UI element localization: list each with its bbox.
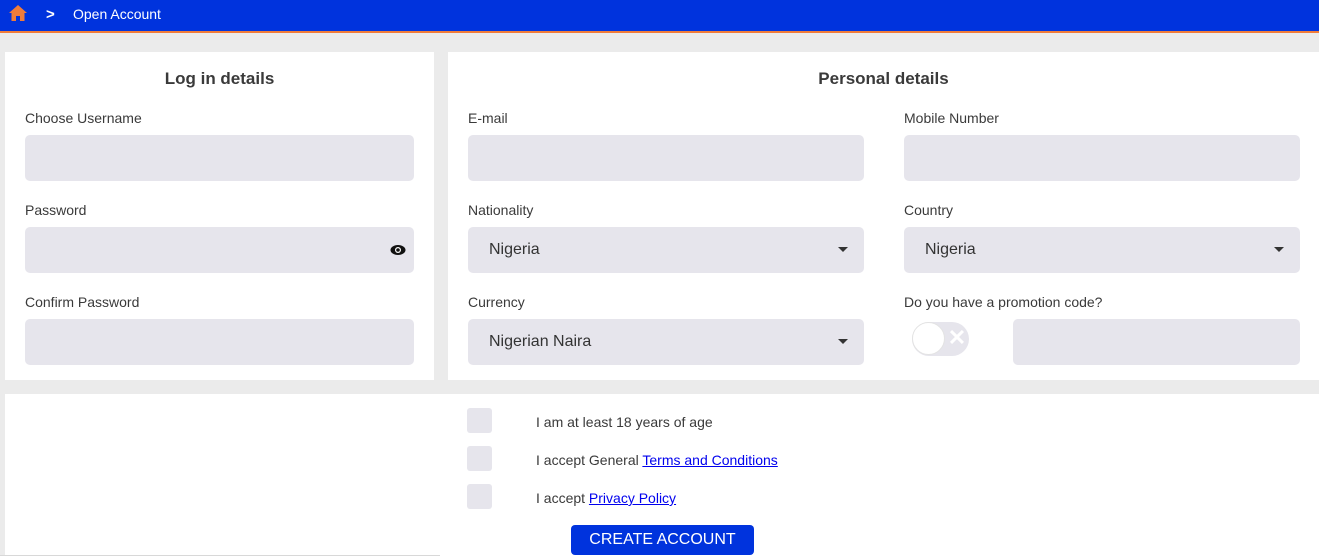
promotion-code-label: Do you have a promotion code? — [904, 294, 1103, 310]
login-details-panel: Log in details Choose Username Password … — [5, 52, 434, 380]
create-account-button[interactable]: CREATE ACCOUNT — [571, 525, 754, 555]
username-label: Choose Username — [25, 110, 142, 126]
country-selected-value: Nigeria — [925, 241, 976, 258]
breadcrumb-chevron-icon: > — [46, 6, 55, 23]
username-input[interactable] — [25, 135, 414, 181]
caret-down-icon — [838, 339, 848, 344]
promotion-code-toggle[interactable]: ✕ — [912, 322, 969, 356]
terms-checkbox[interactable] — [467, 446, 492, 471]
password-input[interactable] — [25, 227, 414, 273]
terms-prefix-text: I accept General — [536, 452, 643, 468]
caret-down-icon — [1274, 247, 1284, 252]
confirm-password-input[interactable] — [25, 319, 414, 365]
caret-down-icon — [838, 247, 848, 252]
age-confirmation-checkbox[interactable] — [467, 408, 492, 433]
personal-details-title: Personal details — [818, 69, 949, 88]
agreements-panel: I am at least 18 years of age I accept G… — [5, 394, 1319, 556]
login-details-title: Log in details — [164, 69, 275, 88]
home-icon[interactable] — [8, 4, 28, 22]
privacy-label: I accept Privacy Policy — [536, 490, 676, 506]
mobile-number-input[interactable] — [904, 135, 1300, 181]
currency-selected-value: Nigerian Naira — [489, 333, 592, 350]
privacy-policy-link[interactable]: Privacy Policy — [589, 490, 676, 506]
currency-label: Currency — [468, 294, 525, 310]
email-label: E-mail — [468, 110, 508, 126]
privacy-checkbox[interactable] — [467, 484, 492, 509]
terms-and-conditions-link[interactable]: Terms and Conditions — [642, 452, 777, 468]
country-label: Country — [904, 202, 954, 218]
terms-label: I accept General Terms and Conditions — [536, 452, 778, 468]
toggle-off-x-icon: ✕ — [947, 325, 967, 350]
top-navigation-bar: > Open Account — [0, 0, 1319, 33]
country-select[interactable]: Nigeria — [904, 227, 1300, 273]
toggle-knob — [912, 322, 945, 355]
mobile-number-label: Mobile Number — [904, 110, 999, 126]
nationality-select[interactable]: Nigeria — [468, 227, 864, 273]
nationality-selected-value: Nigeria — [489, 241, 540, 258]
privacy-prefix-text: I accept — [536, 490, 589, 506]
personal-details-panel: Personal details E-mail Mobile Number Na… — [448, 52, 1319, 380]
breadcrumb-current-page: Open Account — [73, 6, 161, 22]
email-input[interactable] — [468, 135, 864, 181]
age-confirmation-label: I am at least 18 years of age — [536, 414, 713, 430]
confirm-password-label: Confirm Password — [25, 294, 140, 310]
password-label: Password — [25, 202, 87, 218]
nationality-label: Nationality — [468, 202, 534, 218]
promotion-code-input[interactable] — [1013, 319, 1300, 365]
currency-select[interactable]: Nigerian Naira — [468, 319, 864, 365]
show-password-eye-icon[interactable] — [390, 243, 406, 257]
